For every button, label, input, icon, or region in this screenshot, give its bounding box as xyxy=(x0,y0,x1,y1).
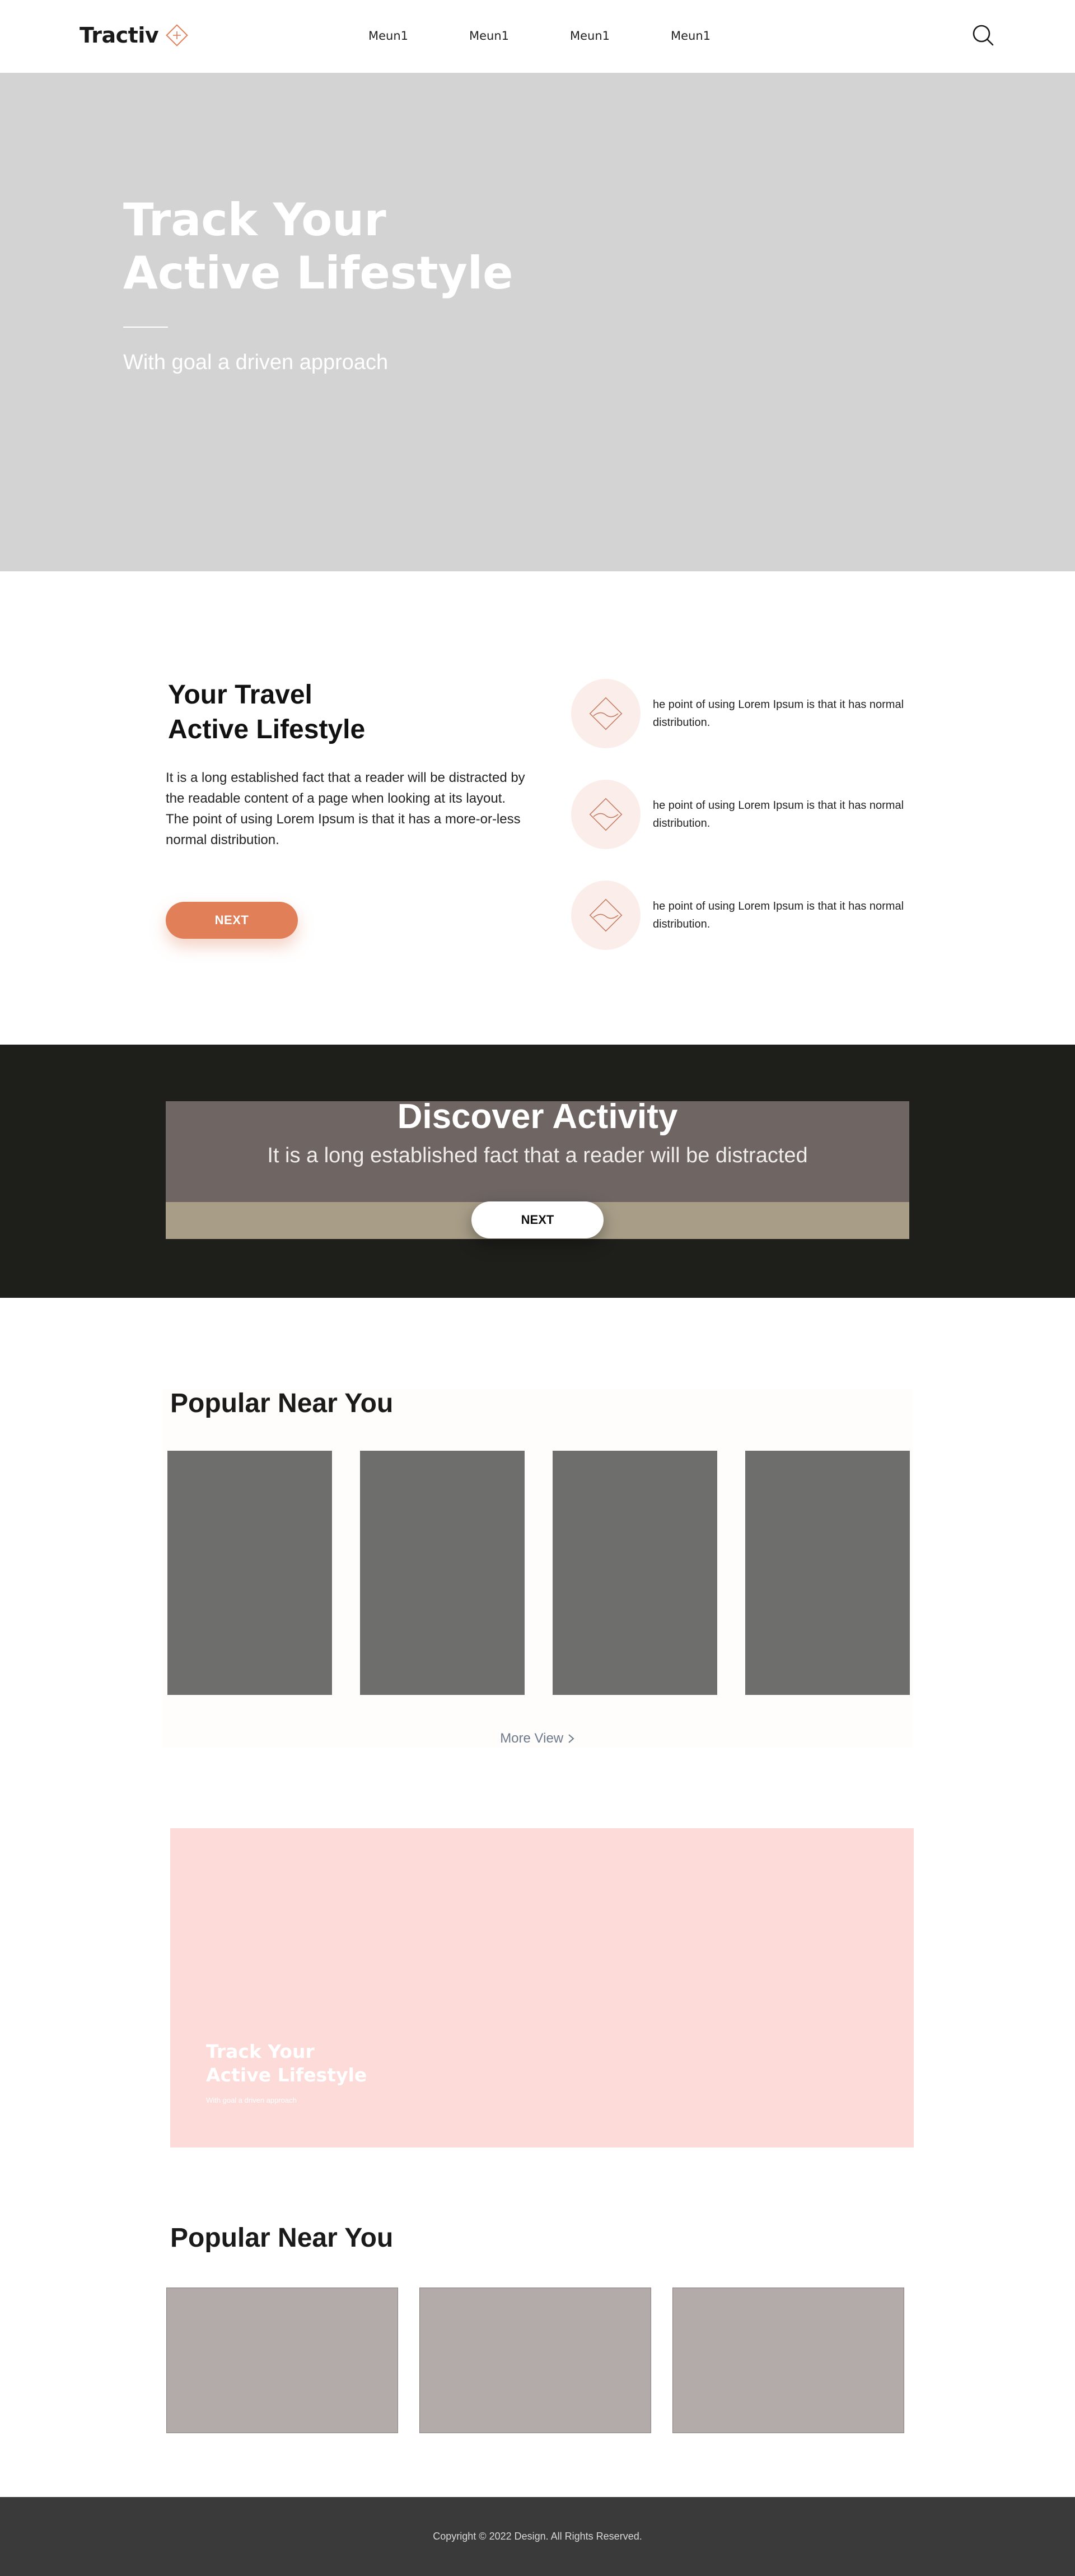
travel-title: Your Travel Active Lifestyle xyxy=(168,678,365,747)
travel-description: It is a long established fact that a rea… xyxy=(166,770,525,847)
popular-card[interactable] xyxy=(553,1451,717,1695)
nav-item-1[interactable]: Meun1 xyxy=(368,29,469,43)
discover-section: Discover Activity It is a long establish… xyxy=(0,1045,1075,1298)
discover-subtitle: It is a long established fact that a rea… xyxy=(267,1144,808,1167)
hero-title: Track Your Active Lifestyle xyxy=(123,193,627,300)
feature-icon-circle xyxy=(571,881,641,950)
site-header: Tractiv Meun1 Meun1 Meun1 Meun1 xyxy=(0,0,1075,73)
footer-copyright: Copyright © 2022 Design. All Rights Rese… xyxy=(433,2531,642,2542)
site-footer: Copyright © 2022 Design. All Rights Rese… xyxy=(0,2497,1075,2576)
popular-card[interactable] xyxy=(167,1451,332,1695)
logo-diamond-icon xyxy=(166,24,188,46)
chevron-right-icon xyxy=(568,1734,574,1743)
logo-text: Tractiv xyxy=(80,23,159,48)
popular-card[interactable] xyxy=(360,1451,525,1695)
feature-item: he point of using Lorem Ipsum is that it… xyxy=(571,679,918,748)
discover-title: Discover Activity xyxy=(397,1097,678,1136)
nav-item-3[interactable]: Meun1 xyxy=(570,29,671,43)
hero-subtitle: With goal a driven approach xyxy=(123,351,389,374)
travel-next-button[interactable]: NEXT xyxy=(166,902,298,939)
feature-text: he point of using Lorem Ipsum is that it… xyxy=(653,799,904,830)
feature-icon-circle xyxy=(571,679,641,748)
diamond-icon xyxy=(589,798,623,831)
logo[interactable]: Tractiv xyxy=(80,22,190,48)
hero-title-line1: Track Your xyxy=(123,194,386,246)
travel-title-line2: Active Lifestyle xyxy=(168,715,366,744)
popular-card-wide[interactable] xyxy=(672,2288,904,2433)
popular-card-wide[interactable] xyxy=(419,2288,651,2433)
feature-item: he point of using Lorem Ipsum is that it… xyxy=(571,780,918,849)
search-icon[interactable] xyxy=(970,22,995,47)
feature-item: he point of using Lorem Ipsum is that it… xyxy=(571,881,918,950)
travel-title-line1: Your Travel xyxy=(168,680,312,710)
hero-divider xyxy=(123,327,168,328)
diamond-icon xyxy=(589,697,623,730)
feature-text: he point of using Lorem Ipsum is that it… xyxy=(653,900,904,930)
popular-card[interactable] xyxy=(745,1451,910,1695)
nav-item-4[interactable]: Meun1 xyxy=(671,29,772,43)
feature-text: he point of using Lorem Ipsum is that it… xyxy=(653,698,904,729)
diamond-icon xyxy=(589,898,623,932)
more-view-label: More View xyxy=(500,1731,564,1746)
promo-subtitle: With goal a driven approach xyxy=(206,2096,297,2104)
main-nav: Meun1 Meun1 Meun1 Meun1 xyxy=(368,29,772,43)
popular-title: Popular Near You xyxy=(170,1389,394,1418)
popular-card-wide[interactable] xyxy=(166,2288,398,2433)
hero-title-line2: Active Lifestyle xyxy=(123,247,513,299)
hero-banner: Track Your Active Lifestyle With goal a … xyxy=(0,73,1075,571)
promo-title-line2: Active Lifestyle xyxy=(206,2064,367,2086)
more-view-link[interactable]: More View xyxy=(0,1731,1075,1746)
promo-title-line1: Track Your xyxy=(206,2041,315,2062)
popular-title-2: Popular Near You xyxy=(170,2223,394,2253)
promo-title: Track Your Active Lifestyle xyxy=(206,2040,367,2087)
discover-next-button[interactable]: NEXT xyxy=(471,1201,604,1238)
nav-item-2[interactable]: Meun1 xyxy=(469,29,570,43)
feature-icon-circle xyxy=(571,780,641,849)
promo-banner: Track Your Active Lifestyle With goal a … xyxy=(170,1828,914,2148)
